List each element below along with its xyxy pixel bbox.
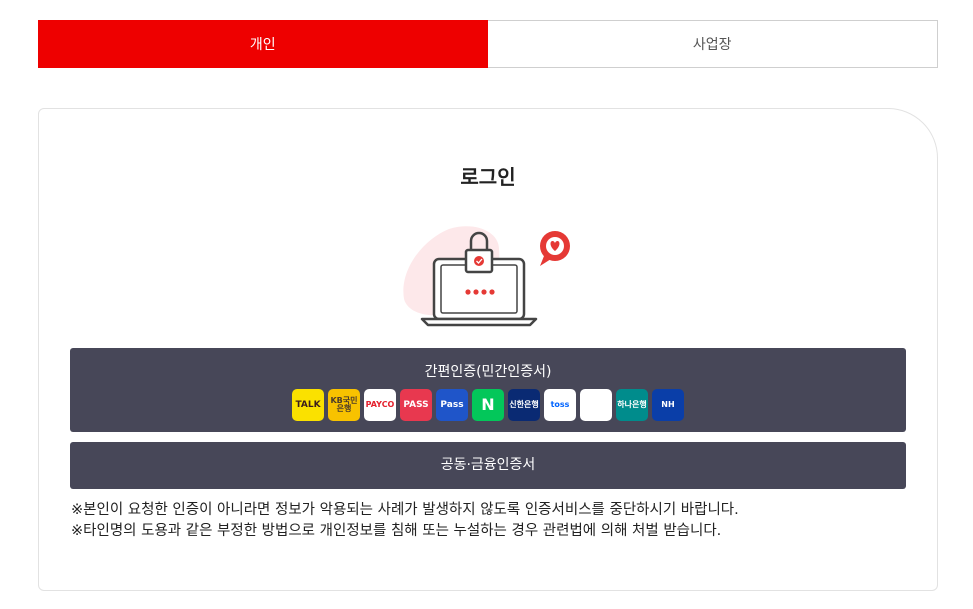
page-title: 로그인 [460, 165, 516, 189]
kakao-talk-icon[interactable]: TALK [292, 389, 324, 421]
payco-icon[interactable]: PAYCO [364, 389, 396, 421]
toss-icon[interactable]: toss [544, 389, 576, 421]
hana-icon[interactable]: 하나은행 [616, 389, 648, 421]
simple-auth-label: 간편인증(민간인증서) [424, 364, 552, 380]
naver-icon[interactable]: N [472, 389, 504, 421]
simple-auth-button[interactable]: 간편인증(민간인증서) TALK KB국민은행 PAYCO PASS Pass N 신한은행… [70, 348, 906, 432]
certificate-auth-button[interactable]: 공동·금융인증서 [70, 442, 906, 489]
samsung-pass-icon[interactable]: Pass [436, 389, 468, 421]
shinhan-icon[interactable]: 신한은행 [508, 389, 540, 421]
tab-personal[interactable]: 개인 [38, 20, 488, 68]
tab-business[interactable]: 사업장 [487, 20, 938, 68]
notice-line: ※타인명의 도용과 같은 부정한 방법으로 개인정보를 침해 또는 누설하는 경… [71, 523, 722, 539]
kb-icon[interactable]: KB국민은행 [328, 389, 360, 421]
login-card: 로그인 간편인증(민간인증서) TALK KB국민은행 PAYCO PASS Pass N… [38, 108, 938, 591]
notice-text: ※본인이 요청한 인증이 아니라면 정보가 악용되는 사례가 발생하지 않도록 … [71, 500, 739, 542]
notice-line: ※본인이 요청한 인증이 아니라면 정보가 악용되는 사례가 발생하지 않도록 … [71, 502, 739, 518]
provider-list: TALK KB국민은행 PAYCO PASS Pass N 신한은행 toss 하나은행 NH [70, 389, 906, 421]
laptop-lock-illustration [403, 226, 570, 327]
nh-icon[interactable]: NH [652, 389, 684, 421]
banksalad-icon[interactable] [580, 389, 612, 421]
tab-bar: 개인 사업장 [38, 20, 938, 68]
pass-icon[interactable]: PASS [400, 389, 432, 421]
